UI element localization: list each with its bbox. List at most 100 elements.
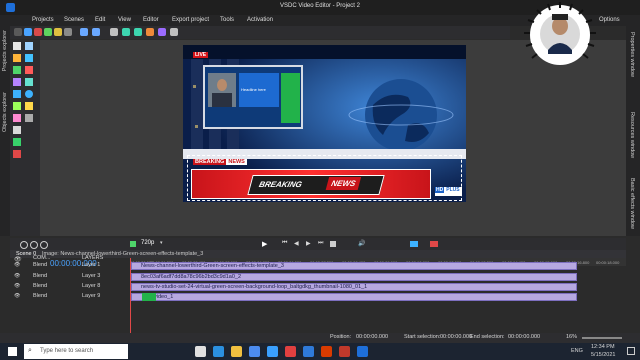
flip-icon[interactable]: [134, 28, 142, 36]
rectangle-tool-icon[interactable]: [13, 90, 21, 98]
tab-image-object[interactable]: Image: News-channel-lowerthird-Green-scr…: [42, 251, 203, 257]
end-selection-value: 00:00:00.000: [508, 334, 541, 340]
timeline-clip[interactable]: News-channel-lowerthird-Green-screen-eff…: [131, 262, 577, 270]
grid-icon[interactable]: [170, 28, 178, 36]
volume-icon[interactable]: 🔊: [358, 240, 365, 247]
split-icon[interactable]: [410, 241, 418, 247]
zoom-tool-icon[interactable]: [13, 126, 21, 134]
selection-frame[interactable]: [187, 155, 462, 201]
delete-icon[interactable]: [34, 28, 42, 36]
rewind-button[interactable]: ⏮: [282, 240, 287, 247]
language-indicator[interactable]: ENG: [571, 348, 583, 354]
file-explorer-icon[interactable]: [231, 346, 242, 357]
blend-mode[interactable]: Blend: [33, 262, 47, 268]
step-back-button[interactable]: ◀: [294, 240, 299, 247]
notification-icon[interactable]: [627, 347, 635, 355]
blend-mode[interactable]: Blend: [33, 273, 47, 279]
play-button[interactable]: ▶: [262, 240, 267, 248]
tab-resources-window[interactable]: Resources window: [629, 112, 635, 158]
pointer-icon[interactable]: [13, 42, 21, 50]
marker-icon[interactable]: [430, 241, 438, 247]
align-icon[interactable]: [146, 28, 154, 36]
menu-editor[interactable]: Editor: [143, 17, 159, 23]
right-panel-strip: Properties window Resources window Basic…: [626, 26, 640, 236]
zoom-slider[interactable]: [582, 337, 622, 339]
tab-properties-window[interactable]: Properties window: [629, 32, 635, 77]
app-logo-icon: [6, 3, 15, 12]
sprite-tool-icon[interactable]: [13, 114, 21, 122]
rotate-icon[interactable]: [122, 28, 130, 36]
chrome-icon[interactable]: [285, 346, 296, 357]
chevron-down-icon[interactable]: ▾: [160, 240, 163, 246]
undo-icon[interactable]: [80, 28, 88, 36]
search-placeholder: Type here to search: [40, 348, 94, 354]
store-icon[interactable]: [249, 346, 260, 357]
new-icon[interactable]: [14, 28, 22, 36]
image-tool-icon[interactable]: [25, 54, 33, 62]
ellipse-tool-icon[interactable]: [25, 90, 33, 98]
menu-tools[interactable]: Tools: [220, 17, 234, 23]
free-shape-icon[interactable]: [13, 102, 21, 110]
line-tool-icon[interactable]: [25, 78, 33, 86]
menu-activation[interactable]: Activation: [247, 17, 273, 23]
layer-icon[interactable]: [158, 28, 166, 36]
tab-basic-effects-window[interactable]: Basic effects window: [629, 178, 635, 229]
effects-tool-icon[interactable]: [13, 138, 21, 146]
visibility-icon[interactable]: 👁: [14, 293, 20, 299]
menu-projects[interactable]: Projects: [32, 17, 54, 23]
redo-icon[interactable]: [92, 28, 100, 36]
chart-tool-icon[interactable]: [25, 102, 33, 110]
powerpoint-icon[interactable]: [321, 346, 332, 357]
cut-icon[interactable]: [44, 28, 52, 36]
vsdc-icon[interactable]: [357, 346, 368, 357]
forward-button[interactable]: ⏭: [318, 240, 323, 247]
menu-edit[interactable]: Edit: [95, 17, 105, 23]
edge-icon[interactable]: [213, 346, 224, 357]
layer-name: Layer 8: [82, 283, 101, 289]
step-forward-button[interactable]: ▶: [306, 240, 311, 247]
zoom-fit-icon[interactable]: [30, 241, 38, 249]
zoom-level[interactable]: 16%: [566, 334, 577, 340]
timeline-clip[interactable]: news-tv-studio-set-24-virtual-green-scre…: [131, 283, 577, 291]
clock-date[interactable]: 5/15/2021: [591, 352, 615, 358]
stop-button[interactable]: [330, 241, 336, 247]
text-tool-icon[interactable]: [25, 66, 33, 74]
layer-name: Layer 3: [82, 273, 101, 279]
open-icon[interactable]: [24, 28, 32, 36]
visibility-icon[interactable]: 👁: [14, 262, 20, 268]
copy-icon[interactable]: [54, 28, 62, 36]
audio-tool-icon[interactable]: [13, 66, 21, 74]
task-view-icon[interactable]: [195, 346, 206, 357]
tools-palette: [10, 40, 40, 236]
pip-person-image: [208, 73, 236, 107]
tab-objects-explorer[interactable]: Objects explorer: [2, 92, 8, 132]
mail-icon[interactable]: [267, 346, 278, 357]
clock-time[interactable]: 12:34 PM: [591, 344, 615, 350]
marker-tool-icon[interactable]: [13, 150, 21, 158]
blend-mode[interactable]: Blend: [33, 283, 47, 289]
recorder-icon[interactable]: [339, 346, 350, 357]
zoom-in-icon[interactable]: [40, 241, 48, 249]
visibility-icon[interactable]: 👁: [14, 273, 20, 279]
paste-icon[interactable]: [64, 28, 72, 36]
menu-view[interactable]: View: [118, 17, 131, 23]
zoom-out-icon[interactable]: [20, 241, 28, 249]
menu-export-project[interactable]: Export project: [172, 17, 209, 23]
subtitle-tool-icon[interactable]: [13, 78, 21, 86]
blend-mode[interactable]: Blend: [33, 293, 47, 299]
video-tool-icon[interactable]: [13, 54, 21, 62]
windows-start-icon[interactable]: [8, 347, 17, 356]
tab-projects-explorer[interactable]: Projects explorer: [2, 30, 8, 71]
timeline-clip[interactable]: video_1: [131, 293, 577, 301]
word-icon[interactable]: [303, 346, 314, 357]
animation-tool-icon[interactable]: [25, 114, 33, 122]
pip-frame[interactable]: Headline here: [203, 65, 303, 129]
timeline-clip[interactable]: 8ec03af6adf7dd8a78c96b2bd3c9d1a0_2: [131, 273, 577, 281]
crop-icon[interactable]: [110, 28, 118, 36]
taskbar-search-box[interactable]: ⌕ Type here to search: [24, 344, 128, 359]
visibility-icon[interactable]: 👁: [14, 283, 20, 289]
resolution-select[interactable]: 720p: [141, 240, 154, 246]
preview-icon[interactable]: [130, 241, 136, 247]
hand-icon[interactable]: [25, 42, 33, 50]
menu-scenes[interactable]: Scenes: [64, 17, 84, 23]
